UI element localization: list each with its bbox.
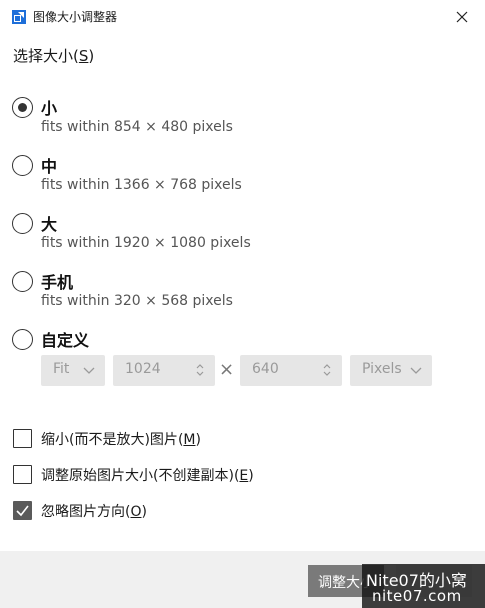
size-option-description: fits within 320 × 568 pixels xyxy=(41,293,233,309)
height-value: 640 xyxy=(252,361,279,377)
radio-button-large[interactable] xyxy=(12,213,33,234)
radio-button-medium[interactable] xyxy=(12,155,33,176)
radio-button-custom[interactable] xyxy=(12,329,33,350)
spin-up-down-icon[interactable] xyxy=(195,363,205,377)
size-option-title: 自定义 xyxy=(41,331,90,350)
size-mnemonic: S xyxy=(78,47,89,65)
fit-mode-value: Fit xyxy=(53,361,70,377)
checkmark-icon xyxy=(16,505,29,517)
size-option-title: 大 xyxy=(41,215,58,234)
radio-selected-dot xyxy=(17,102,27,112)
spin-up-down-icon[interactable] xyxy=(322,363,332,377)
shrink-only-checkbox[interactable] xyxy=(13,429,32,448)
window-title: 图像大小调整器 xyxy=(33,10,118,24)
resize-original-label: 调整原始图片大小(不创建副本)(E) xyxy=(41,468,254,484)
size-section-label: 选择大小(S) xyxy=(13,47,95,65)
image-resizer-app-icon xyxy=(12,10,26,24)
close-button[interactable] xyxy=(439,0,485,34)
resize-original-checkbox[interactable] xyxy=(13,465,32,484)
size-option-title: 中 xyxy=(41,157,58,176)
radio-button-small[interactable] xyxy=(12,97,33,118)
close-icon xyxy=(456,11,468,23)
chevron-down-icon xyxy=(83,367,95,374)
fit-mode-select[interactable]: Fit xyxy=(41,355,105,386)
width-spinbox[interactable]: 1024 xyxy=(113,355,215,386)
size-option-title: 手机 xyxy=(41,273,74,292)
shrink-only-label: 缩小(而不是放大)图片(M) xyxy=(41,432,201,448)
size-option-description: fits within 1366 × 768 pixels xyxy=(41,177,242,193)
unit-value: Pixels xyxy=(362,361,402,377)
size-option-title: 小 xyxy=(41,99,58,118)
unit-select[interactable]: Pixels xyxy=(350,355,432,386)
title-bar: 图像大小调整器 xyxy=(0,0,485,34)
width-value: 1024 xyxy=(125,361,161,377)
size-option-description: fits within 1920 × 1080 pixels xyxy=(41,235,251,251)
dimension-times-sign: × xyxy=(219,359,235,380)
watermark-line2: nite07.com xyxy=(372,587,462,605)
watermark-overlay: Nite07的小窝 nite07.com xyxy=(362,564,485,608)
size-option-description: fits within 854 × 480 pixels xyxy=(41,119,233,135)
height-spinbox[interactable]: 640 xyxy=(240,355,342,386)
chevron-down-icon xyxy=(410,367,422,374)
ignore-orientation-checkbox[interactable] xyxy=(13,501,32,520)
radio-button-phone[interactable] xyxy=(12,271,33,292)
ignore-orientation-label: 忽略图片方向(O) xyxy=(41,504,147,520)
